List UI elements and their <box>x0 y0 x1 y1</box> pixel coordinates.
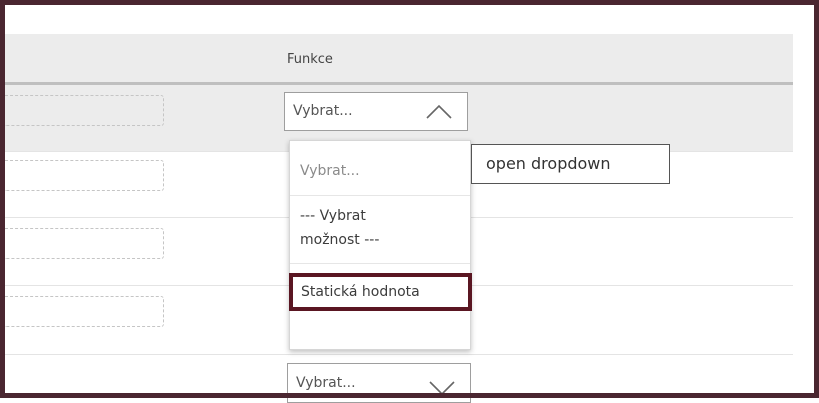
chevron-down-icon <box>429 381 455 396</box>
row-text-field[interactable] <box>5 95 164 126</box>
funkce-select-open[interactable]: Vybrat... <box>284 92 468 131</box>
table-header: Funkce <box>5 34 793 85</box>
chevron-up-icon <box>426 104 452 119</box>
column-header-funkce: Funkce <box>287 52 333 67</box>
action-annotation-label: open dropdown <box>471 144 670 184</box>
select-value: Vybrat... <box>296 375 356 391</box>
row-text-field[interactable] <box>5 160 164 191</box>
menu-divider <box>290 263 470 264</box>
dropdown-option-static-value[interactable]: Statická hodnota <box>289 273 472 311</box>
dropdown-option-placeholder[interactable]: Vybrat... <box>290 159 470 183</box>
funkce-select[interactable]: Vybrat... <box>287 363 471 403</box>
menu-divider <box>290 195 470 196</box>
select-value: Vybrat... <box>293 103 353 119</box>
row-text-field[interactable] <box>5 296 164 327</box>
row-text-field[interactable] <box>5 228 164 259</box>
dropdown-menu: Vybrat... --- Vybrat možnost --- Statick… <box>289 140 472 350</box>
dropdown-option-select-possibility[interactable]: --- Vybrat možnost --- <box>290 204 440 252</box>
